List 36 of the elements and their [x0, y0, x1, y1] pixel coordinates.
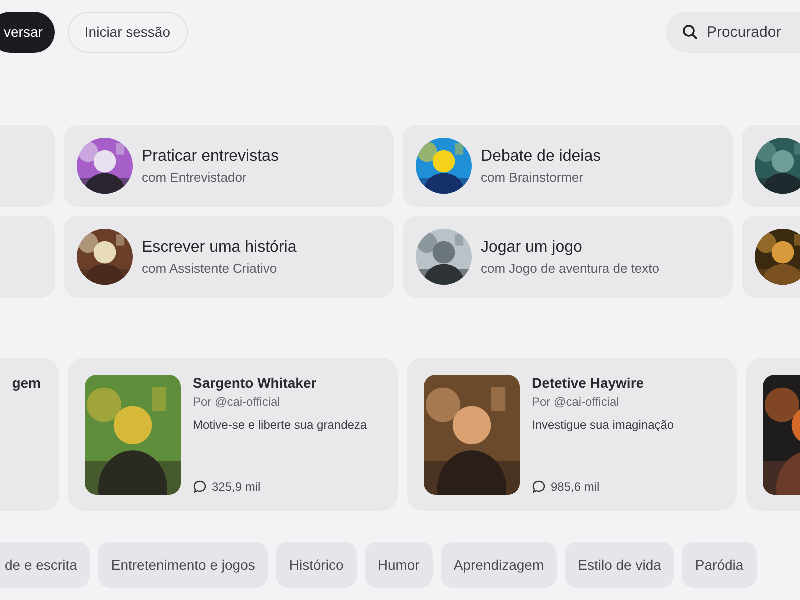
chat-count: 325,9 mil — [212, 480, 261, 494]
suggestion-title: Escrever uma história — [142, 238, 297, 256]
chat-button[interactable]: versar — [0, 12, 55, 52]
character-name: Detetive Haywire — [532, 375, 646, 391]
character-name: gem — [12, 375, 41, 393]
character-name: Sargento Whitaker — [193, 375, 318, 391]
suggestion-subtitle: com Jogo de aventura de texto — [481, 260, 660, 276]
suggestion-subtitle: com Assistente Criativo — [142, 260, 278, 276]
category-chip[interactable]: Humor — [364, 542, 433, 588]
suggestion-title: Praticar entrevistas — [142, 148, 279, 166]
character-card[interactable]: gem — [0, 358, 59, 511]
category-chip[interactable]: Histórico — [276, 542, 357, 588]
category-chip[interactable]: de e escrita — [0, 542, 90, 588]
search-field[interactable]: Procurador — [666, 12, 800, 52]
chat-bubble-icon — [193, 480, 207, 494]
character-card[interactable]: Sargento Whitaker Por @cai-official Motive-se e liberte sua grandeza 325,9 mil — [68, 358, 398, 511]
creator-handle: Por @cai-official — [193, 395, 282, 409]
login-button[interactable]: Iniciar sessão — [68, 12, 188, 52]
suggestion-card[interactable]: Jogar um jogo com Jogo de aventura de texto — [403, 216, 733, 298]
category-chip[interactable]: Aprendizagem — [440, 542, 558, 588]
character-card[interactable]: Detetive Haywire Por @cai-official Investigue sua imaginação 985,6 mil — [407, 358, 737, 511]
suggestion-subtitle: com Brainstormer — [481, 170, 585, 184]
suggestion-card[interactable]: Escrever uma história com Assistente Criativo — [64, 216, 394, 298]
suggestion-card[interactable]: Praticar entrevistas com Entrevistador — [64, 125, 394, 207]
character-tagline: Investigue sua imaginação — [532, 417, 674, 434]
suggestion-title: Jogar um jogo — [481, 238, 584, 256]
character-tagline: Motive-se e liberte sua grandeza — [193, 417, 368, 434]
category-chip[interactable]: Estilo de vida — [565, 542, 674, 588]
chat-bubble-icon — [532, 480, 546, 494]
suggestion-title: Debate de ideias — [481, 148, 602, 166]
category-chip[interactable]: Paródia — [682, 542, 757, 588]
chat-count: 985,6 mil — [551, 480, 600, 494]
category-chip[interactable]: Entretenimento e jogos — [98, 542, 268, 588]
suggestion-card[interactable]: Debate de ideias com Brainstormer — [403, 125, 733, 207]
suggestion-subtitle: com Entrevistador — [142, 170, 248, 184]
creator-handle: Por @cai-official — [532, 395, 620, 409]
